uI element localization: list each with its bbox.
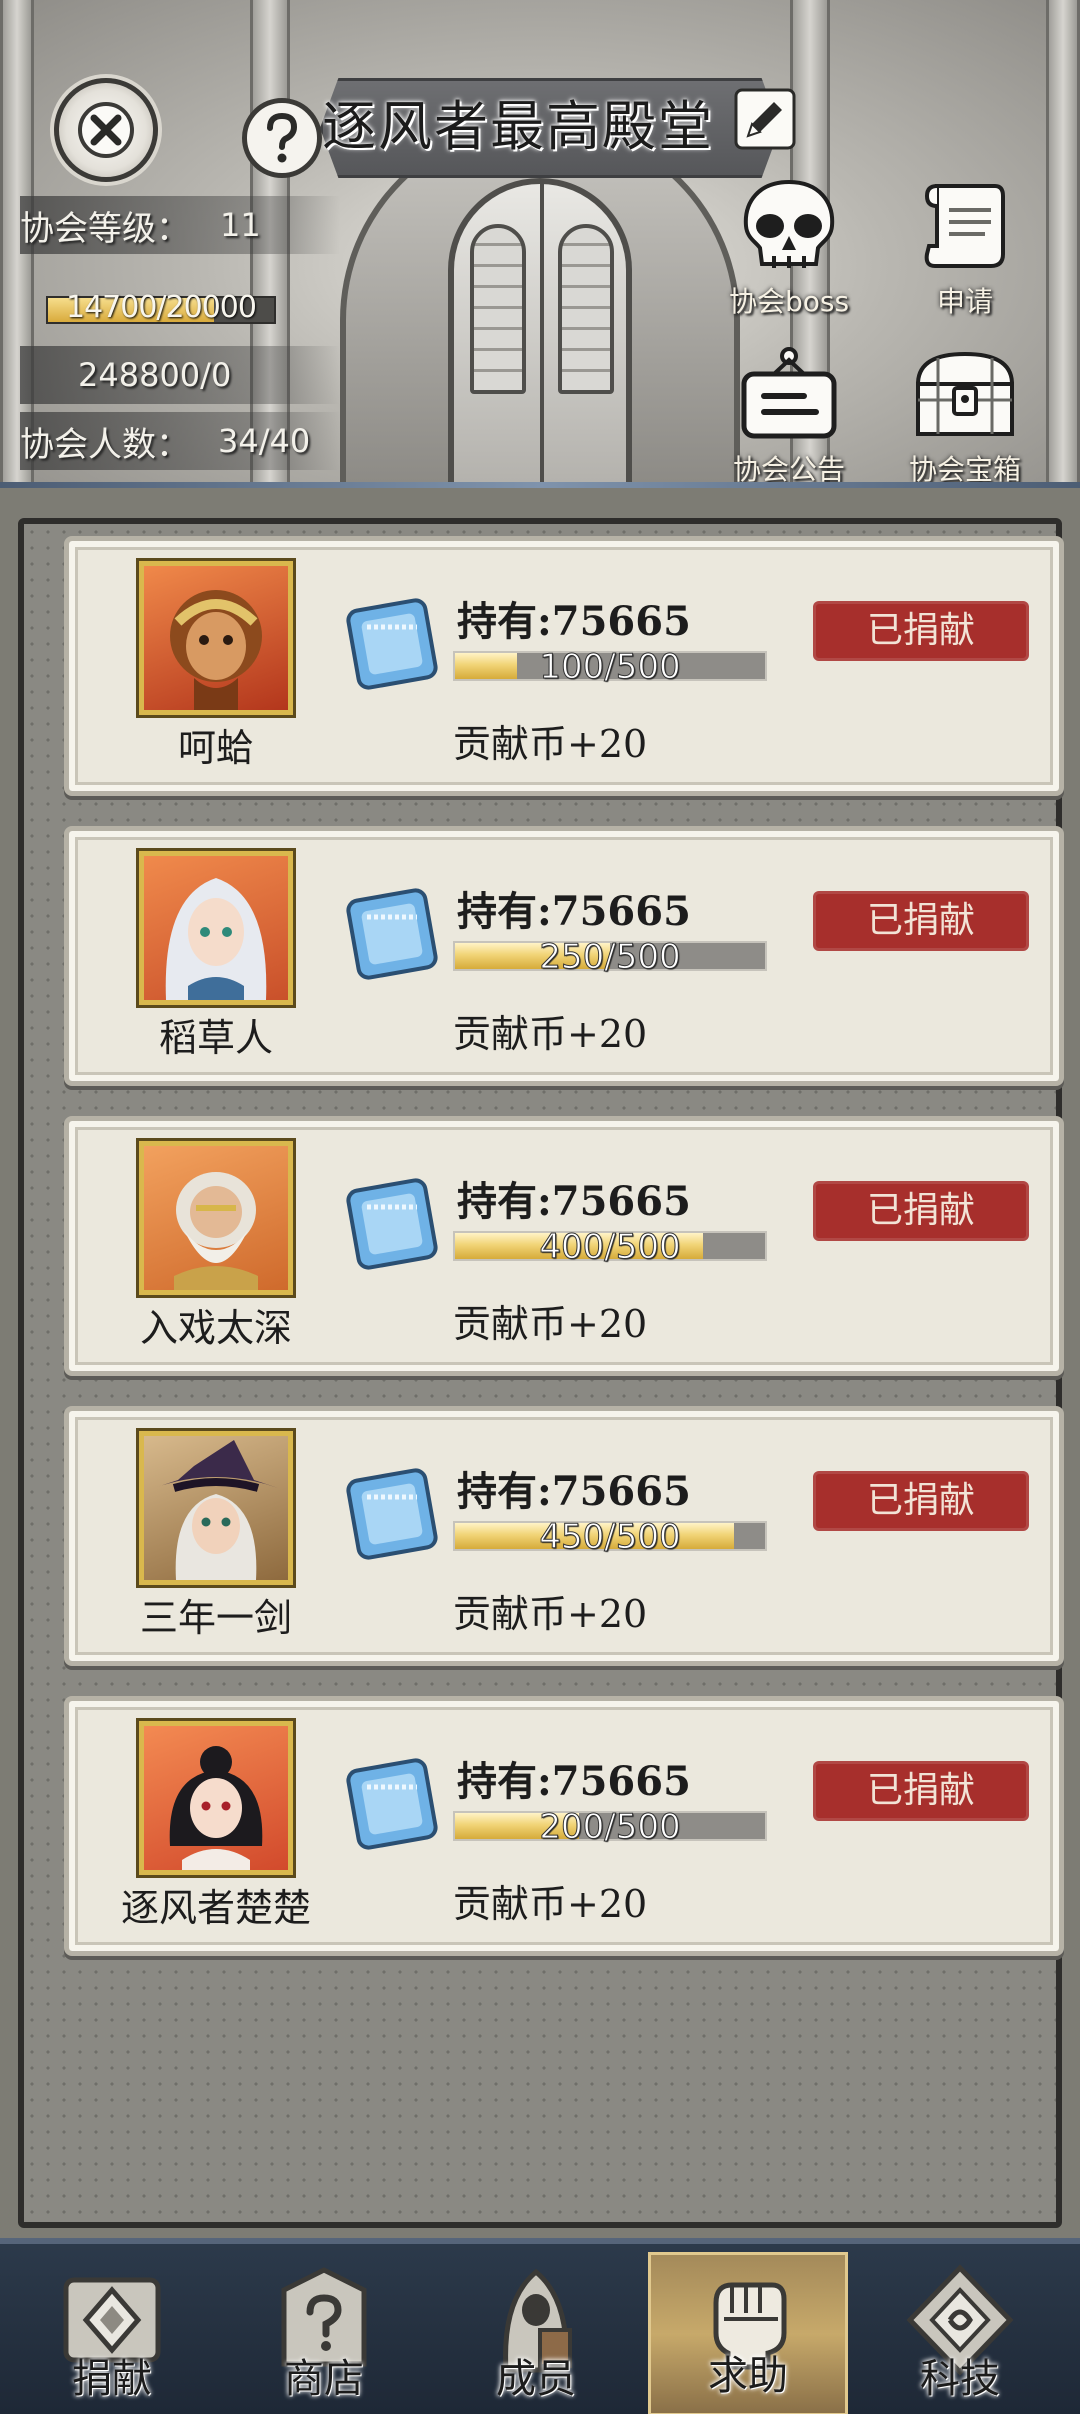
help-request-card: 入戏太深 持有:75665 400/500 贡献币+20 已捐献 xyxy=(64,1116,1064,1376)
crystal-shard-icon xyxy=(346,1178,438,1270)
player-name: 稻草人 xyxy=(158,1016,273,1060)
guild-boss-button[interactable]: 协会boss xyxy=(714,176,864,326)
nav-tab-donate[interactable]: 捐献 xyxy=(12,2252,212,2414)
reward-text: 贡献币+20 xyxy=(453,1012,648,1056)
portrait-old-sage-icon xyxy=(174,1172,258,1290)
donated-badge[interactable]: 已捐献 xyxy=(813,1471,1029,1531)
guild-title: 逐风者最高殿堂 xyxy=(322,95,714,158)
player-name: 呵蛤 xyxy=(177,726,254,770)
donated-badge[interactable]: 已捐献 xyxy=(813,601,1029,661)
help-request-card: 三年一剑 持有:75665 450/500 贡献币+20 已捐献 xyxy=(64,1406,1064,1666)
donation-progress-text: 250/500 xyxy=(539,937,681,978)
nav-tab-tech[interactable]: 科技 xyxy=(860,2252,1060,2414)
player-avatar[interactable] xyxy=(136,1138,296,1298)
nav-tab-members[interactable]: 成员 xyxy=(436,2252,636,2414)
scroll-icon xyxy=(924,184,1005,268)
portrait-white-hair-girl-icon xyxy=(165,878,267,1000)
nav-tab-help-label: 求助 xyxy=(708,2353,788,2399)
player-name: 入戏太深 xyxy=(139,1306,292,1350)
player-avatar[interactable] xyxy=(136,558,296,718)
donated-badge[interactable]: 已捐献 xyxy=(813,1181,1029,1241)
guild-level-row: 协会等级： 11 xyxy=(20,196,340,254)
hall-door xyxy=(448,178,632,482)
nav-tab-tech-label: 科技 xyxy=(920,2356,1000,2402)
help-request-card: 稻草人 持有:75665 250/500 贡献币+20 已捐献 xyxy=(64,826,1064,1086)
donation-progress-text: 100/500 xyxy=(539,647,681,688)
guild-level-label: 协会等级： xyxy=(20,208,190,249)
question-icon xyxy=(267,112,298,163)
guild-funds-row: 248800/0 xyxy=(20,346,340,404)
pillar-right xyxy=(1046,0,1080,482)
portrait-dark-hair-girl-icon xyxy=(169,1746,263,1870)
guild-members-row: 协会人数： 34/40 xyxy=(20,412,340,470)
hold-count: 持有:75665 xyxy=(457,598,691,645)
header-divider xyxy=(0,482,1080,488)
donated-badge[interactable]: 已捐献 xyxy=(813,1761,1029,1821)
guild-header: 逐风者最高殿堂 协会等级： 11 14700/20000 248800/0 协会… xyxy=(0,0,1080,482)
close-icon xyxy=(78,102,134,158)
help-request-card: 逐风者楚楚 持有:75665 200/500 贡献币+20 已捐献 xyxy=(64,1696,1064,1956)
nav-tab-shop[interactable]: 商店 xyxy=(224,2252,424,2414)
nav-tab-members-label: 成员 xyxy=(496,2356,576,2402)
guild-members-value: 34/40 xyxy=(218,422,311,460)
player-avatar[interactable] xyxy=(136,1718,296,1878)
guild-notice-button[interactable]: 协会公告 xyxy=(714,344,864,482)
edit-title-button[interactable] xyxy=(734,88,796,150)
player-avatar[interactable] xyxy=(136,848,296,1008)
crystal-shard-icon xyxy=(346,1468,438,1560)
portrait-monkey-king-icon xyxy=(170,590,262,710)
donation-progress-text: 400/500 xyxy=(539,1227,681,1268)
guild-members-label: 协会人数： xyxy=(20,424,190,465)
donated-badge[interactable]: 已捐献 xyxy=(813,891,1029,951)
guild-boss-label: 协会boss xyxy=(728,285,850,318)
guild-level-value: 11 xyxy=(220,206,261,244)
portrait-witch-hat-icon xyxy=(154,1440,278,1580)
apply-label: 申请 xyxy=(936,285,993,318)
guild-exp-text: 14700/20000 xyxy=(66,290,257,325)
skull-icon xyxy=(743,179,835,268)
help-button[interactable] xyxy=(242,98,322,178)
nav-tab-donate-label: 捐献 xyxy=(72,2356,152,2402)
help-request-list[interactable]: 呵蛤 持有:75665 100/500 贡献币+20 已捐献 稻草人 持有:75… xyxy=(18,518,1064,2228)
player-avatar[interactable] xyxy=(136,1428,296,1588)
reward-text: 贡献币+20 xyxy=(453,722,648,766)
hold-count: 持有:75665 xyxy=(457,1178,691,1225)
crystal-shard-icon xyxy=(346,1758,438,1850)
treasure-chest-icon xyxy=(915,351,1015,436)
guild-chest-button[interactable]: 协会宝箱 xyxy=(890,344,1040,482)
donation-progress-text: 450/500 xyxy=(539,1517,681,1558)
reward-text: 贡献币+20 xyxy=(453,1882,648,1926)
bottom-nav: 捐献 商店 成员 求助 科技 xyxy=(0,2238,1080,2414)
hold-count: 持有:75665 xyxy=(457,1758,691,1805)
player-name: 三年一剑 xyxy=(139,1596,292,1640)
player-name: 逐风者楚楚 xyxy=(120,1886,311,1930)
close-button[interactable] xyxy=(54,78,158,182)
reward-text: 贡献币+20 xyxy=(453,1592,648,1636)
guild-funds-value: 248800/0 xyxy=(78,356,232,394)
apply-button[interactable]: 申请 xyxy=(890,176,1040,326)
help-request-card: 呵蛤 持有:75665 100/500 贡献币+20 已捐献 xyxy=(64,536,1064,796)
guild-notice-label: 协会公告 xyxy=(732,453,845,482)
crystal-shard-icon xyxy=(346,888,438,980)
reward-text: 贡献币+20 xyxy=(453,1302,648,1346)
nav-tab-shop-label: 商店 xyxy=(284,2356,364,2402)
crystal-shard-icon xyxy=(346,598,438,690)
notice-board-icon xyxy=(741,347,837,439)
pencil-icon xyxy=(734,88,796,150)
hold-count: 持有:75665 xyxy=(457,1468,691,1515)
donation-progress-text: 200/500 xyxy=(539,1807,681,1848)
hold-count: 持有:75665 xyxy=(457,888,691,935)
nav-tab-help[interactable]: 求助 xyxy=(648,2252,848,2414)
guild-chest-label: 协会宝箱 xyxy=(908,453,1021,482)
